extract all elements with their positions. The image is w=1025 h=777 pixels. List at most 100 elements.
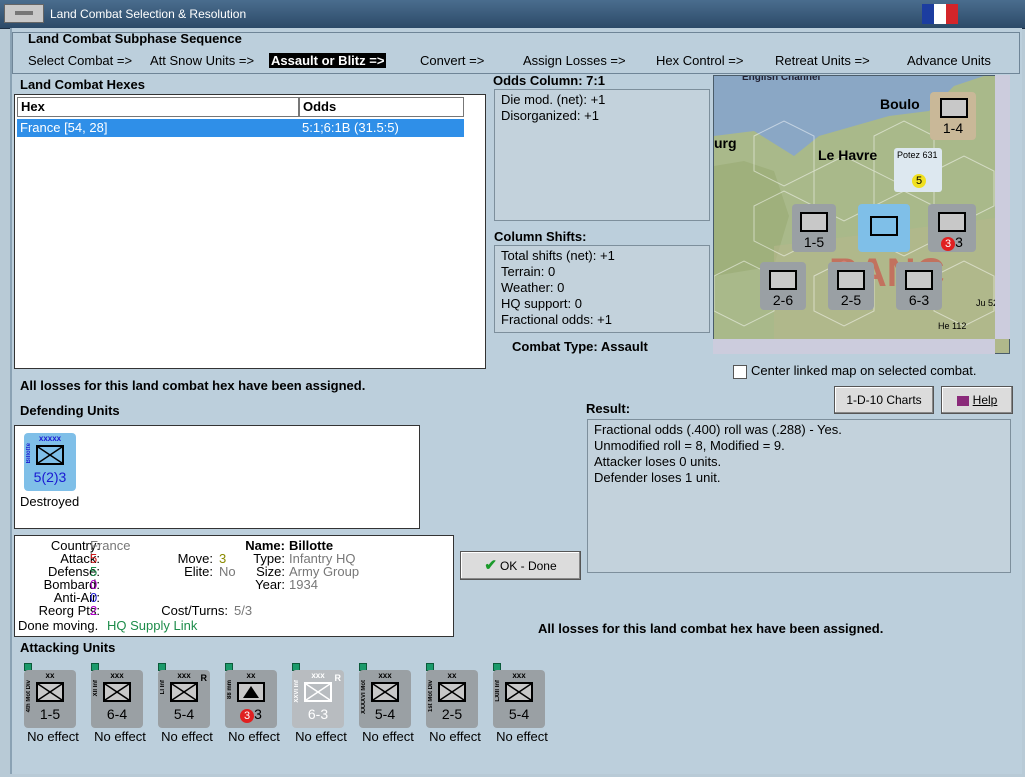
attacking-unit[interactable]: xxx R LI Inf 5-4 No effect — [156, 663, 218, 746]
unit-effect: No effect — [496, 729, 548, 744]
window-title: Land Combat Selection & Resolution — [50, 7, 247, 21]
hexes-title: Land Combat Hexes — [20, 77, 145, 92]
map-counter-unit[interactable]: 2-6 — [760, 262, 806, 310]
map-counter-unit[interactable]: 1-5 — [792, 204, 836, 252]
seq-step-assault-blitz[interactable]: Assault or Blitz => — [269, 53, 387, 68]
defending-title: Defending Units — [20, 403, 120, 418]
france-flag-icon — [922, 4, 958, 24]
seq-step-retreat[interactable]: Retreat Units => — [775, 53, 870, 68]
infantry-icon — [103, 682, 131, 702]
done-moving-text: Done moving. — [18, 618, 99, 633]
unit-stats: 2-5 — [441, 706, 463, 722]
unit-stats: 3 — [254, 706, 262, 722]
unit-side-label: LXIII Inf — [495, 680, 501, 702]
odds-line: Die mod. (net): +1 — [501, 92, 606, 107]
shifts-panel: Total shifts (net): +1 Terrain: 0 Weathe… — [494, 245, 710, 333]
elite-value: No — [219, 564, 236, 579]
attacking-unit[interactable]: xxx XII Inf 6-4 No effect — [89, 663, 151, 746]
attacking-unit[interactable]: xxx R XXVI Inf 6-3 No effect — [290, 663, 352, 746]
attacking-unit[interactable]: xxx XXXXVI Mot 5-4 No effect — [357, 663, 419, 746]
unit-stats: 6-3 — [307, 706, 329, 722]
checkmark-icon: ✔ — [484, 557, 497, 574]
unit-size: xxx — [378, 671, 392, 680]
center-map-checkbox[interactable] — [733, 365, 747, 379]
aa-strength-icon: 3 — [240, 709, 255, 723]
shift-line: Weather: 0 — [501, 280, 565, 295]
map-counter-unit[interactable]: 1-4 — [930, 92, 976, 140]
center-map-label: Center linked map on selected combat. — [751, 363, 977, 378]
motorized-infantry-icon — [371, 682, 399, 702]
odds-title: Odds Column: 7:1 — [493, 73, 605, 88]
system-menu-button[interactable] — [4, 4, 44, 23]
seq-step-hex-control[interactable]: Hex Control => — [656, 53, 743, 68]
seq-step-assign-losses[interactable]: Assign Losses => — [523, 53, 626, 68]
unit-size: xx — [45, 671, 55, 680]
shift-line: Total shifts (net): +1 — [501, 248, 615, 263]
map-label-le-havre: Le Havre — [818, 147, 878, 163]
unit-stats: 5-4 — [374, 706, 396, 722]
supply-status: HQ Supply Link — [107, 618, 198, 633]
charts-button[interactable]: 1-D-10 Charts — [834, 386, 934, 414]
map-counter-unit[interactable]: 6-3 — [896, 262, 942, 310]
unit-size: xxx — [110, 671, 124, 680]
map-vertical-scrollbar[interactable] — [995, 75, 1010, 339]
attacking-unit[interactable]: xx 4th Mot Div 1-5 No effect — [22, 663, 84, 746]
help-book-icon — [956, 395, 969, 406]
attacking-unit[interactable]: xx 88 mm 3 3 No effect — [223, 663, 285, 746]
help-label: Help — [972, 393, 998, 407]
result-line: Defender loses 1 unit. — [594, 470, 721, 485]
map-counter-unit[interactable]: 33 — [928, 204, 976, 252]
map-horizontal-scrollbar[interactable] — [713, 339, 995, 354]
result-line: Attacker loses 0 units. — [594, 454, 722, 469]
infantry-icon — [36, 445, 64, 465]
hex-column-header[interactable]: Hex — [17, 97, 299, 117]
motorized-infantry-icon — [438, 682, 466, 702]
map-counter-air[interactable]: Potez 631 5 — [894, 148, 942, 192]
air-strength-icon: 5 — [912, 174, 926, 188]
losses-message-bottom: All losses for this land combat hex have… — [538, 621, 884, 636]
ok-done-button[interactable]: ✔ OK - Done — [460, 551, 581, 580]
infantry-icon — [304, 682, 332, 702]
map-counter-selected[interactable] — [858, 204, 910, 252]
hex-row-cell[interactable]: France [54, 28] — [17, 119, 299, 137]
unit-side-label: 88 mm — [227, 680, 233, 700]
year-label: Year: — [255, 577, 285, 592]
attacking-unit[interactable]: xx 1st Mot Div 2-5 No effect — [424, 663, 486, 746]
map-counter-unit[interactable]: 2-5 — [828, 262, 874, 310]
year-value: 1934 — [289, 577, 318, 592]
losses-message-top: All losses for this land combat hex have… — [20, 378, 366, 393]
seq-step-advance[interactable]: Advance Units — [907, 53, 991, 68]
linked-map[interactable]: RANC English Channel Boulo urg Le Havre … — [713, 75, 1010, 354]
attacking-title: Attacking Units — [20, 640, 116, 655]
unit-size: xx — [246, 671, 256, 680]
unit-side-label: Billotte — [26, 443, 32, 464]
shift-line: Terrain: 0 — [501, 264, 556, 279]
unit-stats: 1-5 — [39, 706, 61, 722]
attacking-unit[interactable]: xxx LXIII Inf 5-4 No effect — [491, 663, 553, 746]
seq-step-convert[interactable]: Convert => — [420, 53, 484, 68]
help-button[interactable]: Help — [941, 386, 1013, 414]
air-unit-name: Potez 631 — [897, 150, 938, 160]
seq-step-select-combat[interactable]: Select Combat => — [28, 53, 132, 68]
unit-stats: 6-4 — [106, 706, 128, 722]
shift-line: Fractional odds: +1 — [501, 312, 612, 327]
combat-type: Combat Type: Assault — [512, 339, 648, 354]
result-line: Unmodified roll = 8, Modified = 9. — [594, 438, 785, 453]
odds-column-header[interactable]: Odds — [299, 97, 464, 117]
cost-label: Cost/Turns: — [161, 603, 228, 618]
unit-size: xxxxx — [38, 434, 62, 443]
seq-step-att-snow[interactable]: Att Snow Units => — [150, 53, 254, 68]
defending-status: Destroyed — [20, 494, 80, 509]
defending-unit-counter[interactable]: xxxxx Billotte 5(2)3 — [24, 433, 76, 491]
odds-line: Disorganized: +1 — [501, 108, 599, 123]
map-label-boulogne: Boulo — [880, 96, 920, 112]
cost-value: 5/3 — [234, 603, 253, 618]
result-panel: Fractional odds (.400) roll was (.288) -… — [587, 419, 1011, 573]
odds-row-cell[interactable]: 5:1;6:1B (31.5:5) — [299, 119, 464, 137]
result-line: Fractional odds (.400) roll was (.288) -… — [594, 422, 842, 437]
unit-info-panel: Country: France Attack: 5 Defense: 5 Bom… — [14, 535, 454, 637]
elite-label: Elite: — [184, 564, 213, 579]
unit-side-label: XII Inf — [93, 680, 99, 697]
result-title: Result: — [586, 401, 631, 416]
map-label-he112: He 112 — [938, 321, 967, 331]
